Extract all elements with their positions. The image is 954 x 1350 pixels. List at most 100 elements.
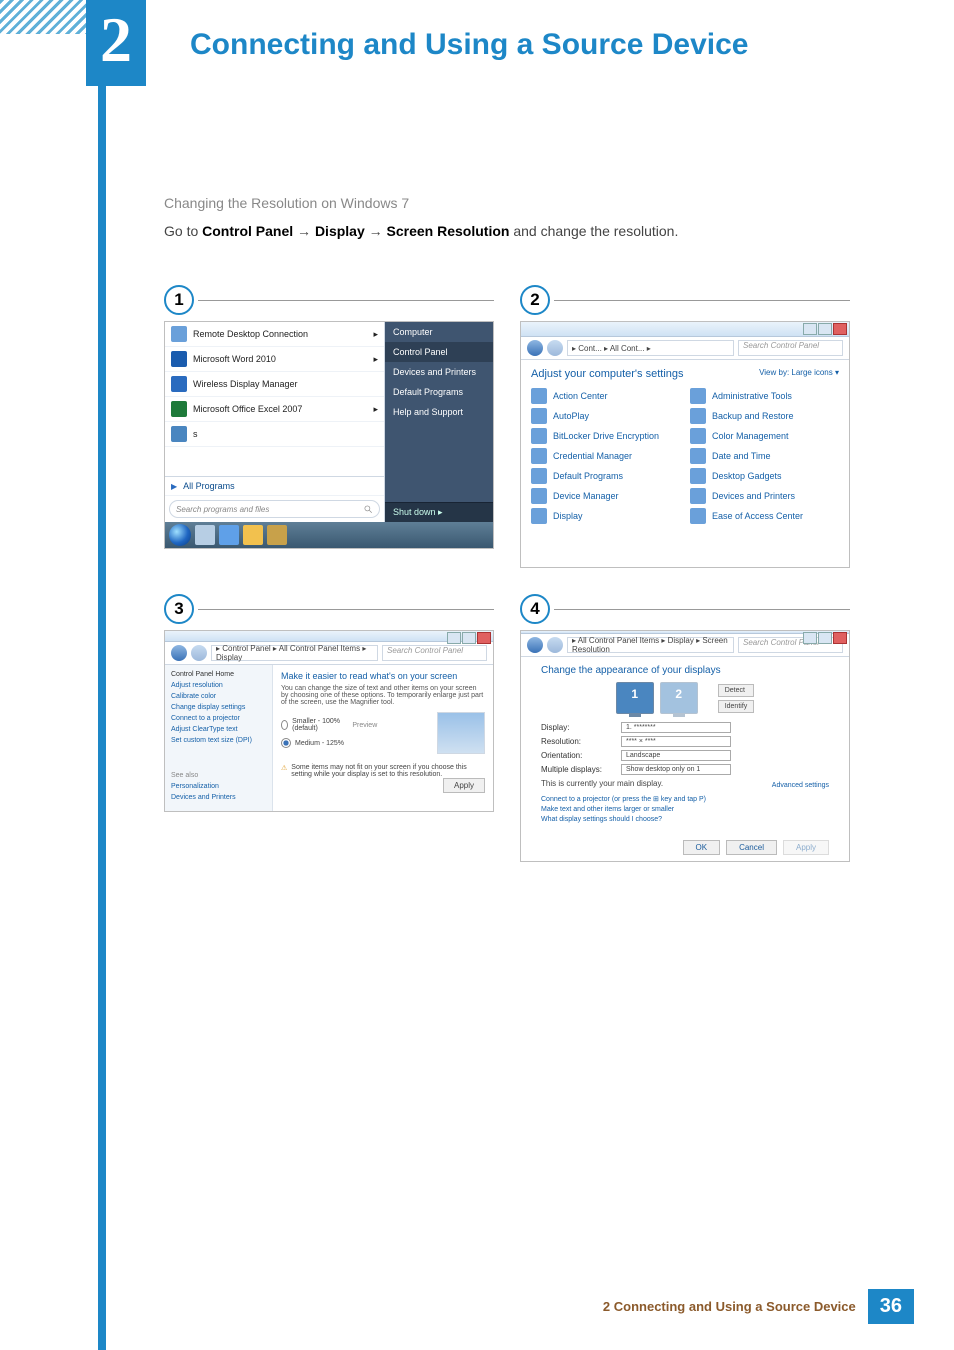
cp-item[interactable]: Administrative Tools (690, 388, 839, 404)
cp-item[interactable]: Backup and Restore (690, 408, 839, 424)
nav-fwd-icon[interactable] (191, 645, 207, 661)
radio-label: Smaller - 100% (default) (292, 718, 340, 732)
cp-heading: Adjust your computer's settings (531, 368, 684, 380)
cp-item[interactable]: Credential Manager (531, 448, 680, 464)
cp-item-icon (531, 448, 547, 464)
resolution-label: Resolution: (541, 737, 611, 746)
apply-button[interactable]: Apply (783, 840, 829, 855)
radio-medium[interactable]: Medium - 125% (281, 738, 377, 748)
page-footer: 2 Connecting and Using a Source Device 3… (0, 1289, 914, 1324)
side-link[interactable]: Calibrate color (171, 693, 266, 700)
start-item-label: Microsoft Word 2010 (193, 354, 276, 364)
shutdown-button[interactable]: Shut down ▸ (385, 502, 493, 522)
taskbar-icon[interactable] (195, 525, 215, 545)
radio-smaller[interactable]: Smaller - 100% (default) Preview (281, 718, 377, 732)
breadcrumb[interactable]: ▸ Control Panel ▸ All Control Panel Item… (211, 645, 378, 661)
start-item[interactable]: Wireless Display Manager (165, 372, 384, 397)
cp-item[interactable]: Display (531, 508, 680, 524)
start-right-item[interactable]: Computer (385, 322, 493, 342)
view-by[interactable]: View by: Large icons ▾ (759, 368, 839, 380)
cp-item[interactable]: BitLocker Drive Encryption (531, 428, 680, 444)
cp-item[interactable]: Devices and Printers (690, 488, 839, 504)
side-link[interactable]: Connect to a projector (171, 715, 266, 722)
start-right-item[interactable]: Help and Support (385, 402, 493, 422)
multi-select[interactable]: Show desktop only on 1 (621, 764, 731, 775)
arrow-2: → (369, 223, 387, 239)
minimize-icon[interactable] (803, 632, 817, 644)
start-right-item[interactable]: Devices and Printers (385, 362, 493, 382)
nav-back-icon[interactable] (171, 645, 187, 661)
window-titlebar (165, 631, 493, 642)
cp-item-label: Desktop Gadgets (712, 471, 782, 481)
cancel-button[interactable]: Cancel (726, 840, 777, 855)
cp-item[interactable]: Ease of Access Center (690, 508, 839, 524)
multi-label: Multiple displays: (541, 765, 611, 774)
maximize-icon[interactable] (818, 632, 832, 644)
display-select[interactable]: 1. ******** (621, 722, 731, 733)
panel-title: Make it easier to read what's on your sc… (281, 671, 485, 681)
minimize-icon[interactable] (447, 632, 461, 644)
nav-back-icon[interactable] (527, 340, 543, 356)
see-also: See also (171, 772, 266, 779)
side-link[interactable]: Adjust resolution (171, 682, 266, 689)
nav-back-icon[interactable] (527, 637, 543, 653)
breadcrumb[interactable]: ▸ All Control Panel Items ▸ Display ▸ Sc… (567, 637, 734, 653)
search-input[interactable]: Search programs and files (169, 500, 380, 518)
detect-button[interactable]: Detect (718, 684, 755, 697)
start-right-item[interactable]: Default Programs (385, 382, 493, 402)
minimize-icon[interactable] (803, 323, 817, 335)
all-programs[interactable]: All Programs (165, 476, 384, 496)
cp-item-label: AutoPlay (553, 411, 589, 421)
apply-button[interactable]: Apply (443, 778, 485, 793)
taskbar-icon[interactable] (243, 525, 263, 545)
close-icon[interactable] (477, 632, 491, 644)
advanced-link[interactable]: Advanced settings (772, 782, 829, 789)
close-icon[interactable] (833, 632, 847, 644)
side-link[interactable]: Set custom text size (DPI) (171, 737, 266, 744)
chapter-number: 2 (86, 0, 146, 86)
cp-item[interactable]: Device Manager (531, 488, 680, 504)
arrow-1: → (297, 223, 315, 239)
nav-fwd-icon[interactable] (547, 637, 563, 653)
side-link[interactable]: Personalization (171, 783, 266, 790)
taskbar (165, 522, 493, 548)
taskbar-icon[interactable] (219, 525, 239, 545)
footer-text: 2 Connecting and Using a Source Device (603, 1299, 856, 1314)
start-item[interactable]: Remote Desktop Connection▸ (165, 322, 384, 347)
start-item[interactable]: Microsoft Office Excel 2007▸ (165, 397, 384, 422)
maximize-icon[interactable] (818, 323, 832, 335)
start-right-item[interactable]: Control Panel (385, 342, 493, 362)
main-display-note: This is currently your main display. (541, 779, 663, 792)
cp-item[interactable]: Date and Time (690, 448, 839, 464)
search-input[interactable]: Search Control Panel (738, 340, 843, 356)
monitor-1-icon[interactable]: 1 (616, 682, 654, 714)
maximize-icon[interactable] (462, 632, 476, 644)
monitor-num: 1 (617, 687, 653, 701)
start-orb-icon[interactable] (169, 524, 191, 546)
side-link[interactable]: Devices and Printers (171, 794, 266, 801)
monitor-2-icon[interactable]: 2 (660, 682, 698, 714)
cp-home[interactable]: Control Panel Home (171, 671, 266, 678)
breadcrumb[interactable]: ▸ Cont... ▸ All Cont... ▸ (567, 340, 734, 356)
link-textsize[interactable]: Make text and other items larger or smal… (541, 806, 829, 813)
resolution-select[interactable]: **** × **** (621, 736, 731, 747)
cp-item[interactable]: Color Management (690, 428, 839, 444)
side-link[interactable]: Adjust ClearType text (171, 726, 266, 733)
cp-item[interactable]: AutoPlay (531, 408, 680, 424)
close-icon[interactable] (833, 323, 847, 335)
search-input[interactable]: Search Control Panel (382, 645, 487, 661)
orientation-select[interactable]: Landscape (621, 750, 731, 761)
side-link[interactable]: Change display settings (171, 704, 266, 711)
taskbar-icon[interactable] (267, 525, 287, 545)
link-projector[interactable]: Connect to a projector (or press the ⊞ k… (541, 795, 829, 803)
start-item[interactable]: Microsoft Word 2010▸ (165, 347, 384, 372)
identify-button[interactable]: Identify (718, 700, 755, 713)
start-item[interactable]: s (165, 422, 384, 447)
cp-item[interactable]: Desktop Gadgets (690, 468, 839, 484)
nav-fwd-icon[interactable] (547, 340, 563, 356)
cp-item[interactable]: Action Center (531, 388, 680, 404)
link-help[interactable]: What display settings should I choose? (541, 816, 829, 823)
cp-item-icon (531, 388, 547, 404)
cp-item[interactable]: Default Programs (531, 468, 680, 484)
ok-button[interactable]: OK (683, 840, 721, 855)
